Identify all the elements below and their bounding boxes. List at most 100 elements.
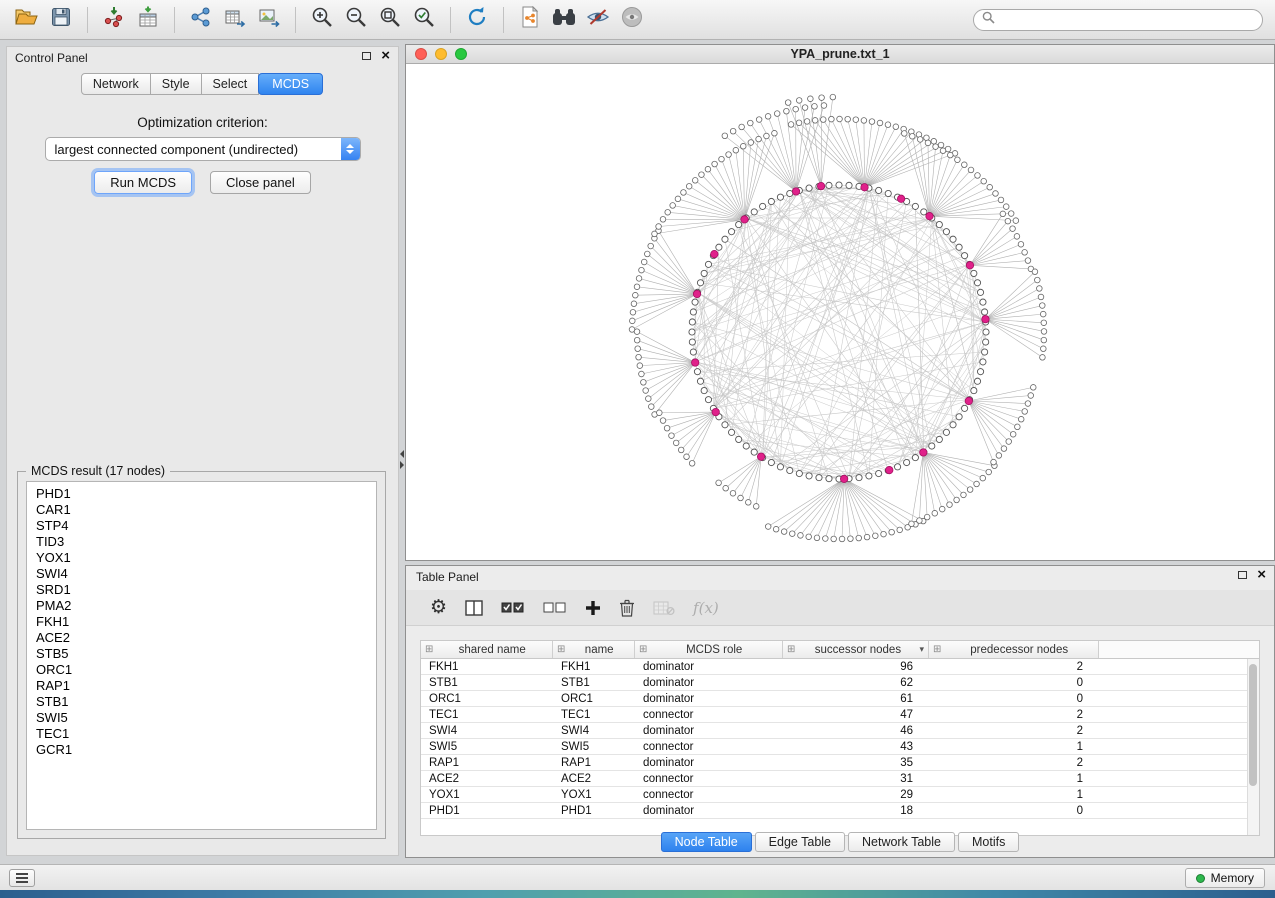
criterion-value: largest connected component (undirected) — [46, 142, 341, 157]
columns-icon[interactable] — [465, 600, 483, 616]
table-row[interactable]: YOX1YOX1connector291 — [421, 787, 1259, 803]
list-item[interactable]: CAR1 — [27, 502, 376, 518]
column-header-shared-name[interactable]: ⊞shared name — [421, 641, 553, 658]
hide-selected-button[interactable] — [581, 5, 615, 35]
tab-node-table[interactable]: Node Table — [661, 832, 752, 852]
table-row[interactable]: SWI5SWI5connector431 — [421, 739, 1259, 755]
list-item[interactable]: ACE2 — [27, 630, 376, 646]
list-item[interactable]: STB1 — [27, 694, 376, 710]
import-table-button[interactable] — [131, 5, 165, 35]
toolbar-separator — [295, 7, 296, 33]
gear-icon[interactable]: ⚙ — [430, 598, 447, 617]
zoom-fit-button[interactable] — [373, 5, 407, 35]
binoculars-button[interactable] — [547, 5, 581, 35]
criterion-dropdown[interactable]: largest connected component (undirected) — [45, 137, 361, 161]
tab-motifs[interactable]: Motifs — [958, 832, 1019, 852]
search-input[interactable] — [1000, 13, 1254, 27]
tab-mcds[interactable]: MCDS — [258, 73, 323, 95]
select-all-icon[interactable] — [501, 601, 525, 615]
float-table-panel-button[interactable] — [1238, 571, 1247, 579]
tab-edge-table[interactable]: Edge Table — [755, 832, 845, 852]
mcds-result-list[interactable]: PHD1CAR1STP4TID3YOX1SWI4SRD1PMA2FKH1ACE2… — [26, 481, 377, 830]
network-view-window: YPA_prune.txt_1 — [405, 44, 1275, 561]
export-network-button[interactable] — [184, 5, 218, 35]
column-label: predecessor nodes — [944, 644, 1094, 656]
list-item[interactable]: TID3 — [27, 534, 376, 550]
import-network-button[interactable] — [97, 5, 131, 35]
table-row[interactable]: TEC1TEC1connector472 — [421, 707, 1259, 723]
cell-filler — [1099, 771, 1259, 786]
add-icon[interactable] — [585, 600, 601, 616]
memory-button[interactable]: Memory — [1185, 868, 1265, 888]
task-history-button[interactable] — [9, 869, 35, 887]
cell: 29 — [783, 787, 929, 802]
export-image-button[interactable] — [252, 5, 286, 35]
float-panel-button[interactable] — [362, 52, 371, 60]
open-folder-button[interactable] — [10, 5, 44, 35]
table-vertical-scrollbar[interactable] — [1247, 659, 1259, 835]
table-row[interactable]: RAP1RAP1dominator352 — [421, 755, 1259, 771]
show-all-button[interactable] — [615, 5, 649, 35]
hide-selected-icon — [586, 7, 610, 32]
list-item[interactable]: STB5 — [27, 646, 376, 662]
tab-style[interactable]: Style — [150, 73, 202, 95]
cell: RAP1 — [421, 755, 553, 770]
column-header-name[interactable]: ⊞name — [553, 641, 635, 658]
network-window-titlebar[interactable]: YPA_prune.txt_1 — [406, 45, 1274, 64]
toolbar-separator — [503, 7, 504, 33]
cell: PHD1 — [553, 803, 635, 818]
column-type-icon: ⊞ — [933, 644, 941, 655]
cell: YOX1 — [553, 787, 635, 802]
column-label: name — [568, 644, 630, 656]
table-row[interactable]: SWI4SWI4dominator462 — [421, 723, 1259, 739]
save-button[interactable] — [44, 5, 78, 35]
column-header-MCDS-role[interactable]: ⊞MCDS role — [635, 641, 783, 658]
list-item[interactable]: ORC1 — [27, 662, 376, 678]
close-table-panel-button[interactable]: × — [1257, 570, 1266, 580]
network-canvas[interactable] — [406, 64, 1274, 560]
close-panel-action-button[interactable]: Close panel — [210, 171, 311, 194]
zoom-out-button[interactable] — [339, 5, 373, 35]
list-item[interactable]: GCR1 — [27, 742, 376, 758]
list-item[interactable]: RAP1 — [27, 678, 376, 694]
document-share-button[interactable] — [513, 5, 547, 35]
search-field[interactable] — [973, 9, 1263, 31]
list-item[interactable]: FKH1 — [27, 614, 376, 630]
list-item[interactable]: SRD1 — [27, 582, 376, 598]
deselect-all-icon[interactable] — [543, 601, 567, 615]
refresh-button[interactable] — [460, 5, 494, 35]
cell: STB1 — [553, 675, 635, 690]
table-row[interactable]: ORC1ORC1dominator610 — [421, 691, 1259, 707]
tab-select[interactable]: Select — [201, 73, 260, 95]
trash-icon[interactable] — [619, 599, 635, 617]
column-header-successor-nodes[interactable]: ⊞successor nodes▾ — [783, 641, 929, 658]
list-item[interactable]: PMA2 — [27, 598, 376, 614]
show-all-icon — [621, 6, 643, 33]
table-row[interactable]: PHD1PHD1dominator180 — [421, 803, 1259, 819]
zoom-in-button[interactable] — [305, 5, 339, 35]
column-label: shared name — [436, 644, 548, 656]
zoom-selected-button[interactable] — [407, 5, 441, 35]
column-header-predecessor-nodes[interactable]: ⊞predecessor nodes — [929, 641, 1099, 658]
list-item[interactable]: SWI4 — [27, 566, 376, 582]
close-panel-button[interactable]: × — [381, 51, 390, 61]
cell: ORC1 — [421, 691, 553, 706]
list-item[interactable]: STP4 — [27, 518, 376, 534]
list-item[interactable]: SWI5 — [27, 710, 376, 726]
table-row[interactable]: STB1STB1dominator620 — [421, 675, 1259, 691]
run-mcds-button[interactable]: Run MCDS — [94, 171, 192, 194]
network-window-title: YPA_prune.txt_1 — [406, 47, 1274, 61]
table-row[interactable]: ACE2ACE2connector311 — [421, 771, 1259, 787]
table-body: FKH1FKH1dominator962STB1STB1dominator620… — [421, 659, 1259, 819]
cell: 46 — [783, 723, 929, 738]
tab-network-table[interactable]: Network Table — [848, 832, 955, 852]
cell: TEC1 — [553, 707, 635, 722]
list-item[interactable]: YOX1 — [27, 550, 376, 566]
list-item[interactable]: PHD1 — [27, 486, 376, 502]
export-table-button[interactable] — [218, 5, 252, 35]
mcds-buttons: Run MCDS Close panel — [7, 171, 398, 194]
tab-network[interactable]: Network — [81, 73, 151, 95]
list-item[interactable]: TEC1 — [27, 726, 376, 742]
table-row[interactable]: FKH1FKH1dominator962 — [421, 659, 1259, 675]
scrollbar-thumb[interactable] — [1249, 664, 1257, 786]
